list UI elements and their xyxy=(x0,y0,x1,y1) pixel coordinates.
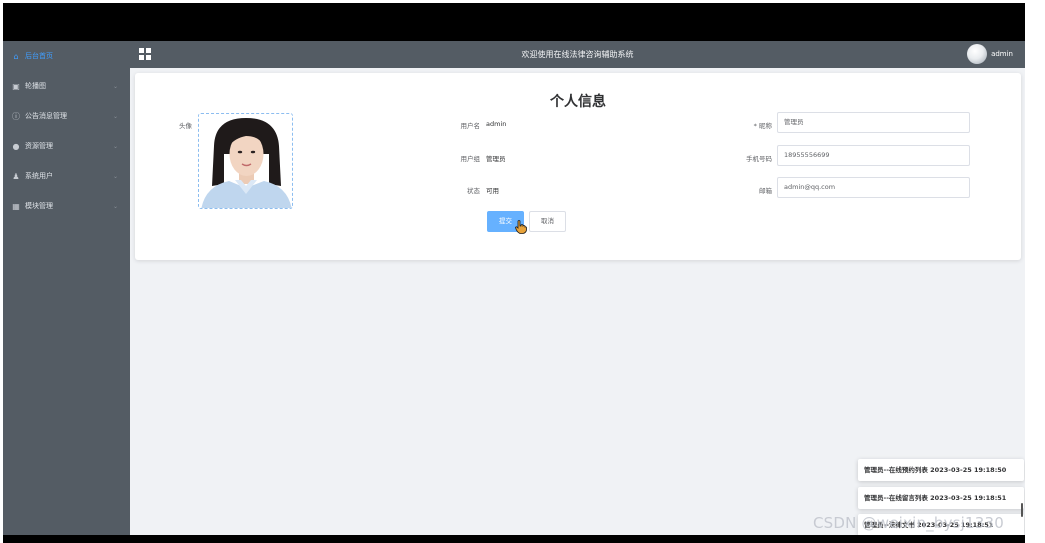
notification-toast[interactable]: 管理员--在线预约列表 2023-03-25 19:18:50 xyxy=(858,459,1024,481)
header-username[interactable]: admin xyxy=(991,41,1013,68)
chevron-down-icon: ⌄ xyxy=(112,112,118,120)
sidebar-item-system-users[interactable]: ♟ 系统用户 ⌄ xyxy=(3,161,130,191)
sidebar-item-carousel[interactable]: ▣ 轮播图 ⌄ xyxy=(3,71,130,101)
image-icon: ▣ xyxy=(12,81,20,91)
user-group-label: 用户组 xyxy=(460,155,481,163)
scrollbar-thumb[interactable] xyxy=(1021,503,1023,517)
status-label: 状态 xyxy=(467,187,480,195)
user-group-value: 管理员 xyxy=(486,155,506,163)
chevron-down-icon: ⌄ xyxy=(112,142,118,150)
nickname-label: * 昵称 xyxy=(753,122,772,130)
email-label: 邮箱 xyxy=(759,187,772,195)
top-header: 欢迎使用在线法律咨询辅助系统 admin xyxy=(130,41,1025,68)
sidebar-item-label: 后台首页 xyxy=(25,52,53,60)
username-label: 用户名 xyxy=(460,122,481,130)
chevron-down-icon: ⌄ xyxy=(112,82,118,90)
home-icon: ⌂ xyxy=(13,51,19,61)
avatar-upload[interactable] xyxy=(198,113,293,209)
avatar-label: 头像 xyxy=(179,122,192,130)
page-title: 个人信息 xyxy=(550,94,606,110)
sidebar-item-label: 公告消息管理 xyxy=(25,112,67,120)
sidebar-item-label: 系统用户 xyxy=(25,172,53,180)
username-value: admin xyxy=(486,120,507,128)
status-value: 可用 xyxy=(486,187,499,195)
phone-label: 手机号码 xyxy=(746,155,772,163)
nickname-input[interactable]: 管理员 xyxy=(777,112,970,133)
profile-card: 个人信息 头像 用户名 admin 用户组 管理员 状态 可用 * 昵称 管理员… xyxy=(135,73,1021,260)
sidebar-item-home[interactable]: ⌂ 后台首页 xyxy=(3,41,130,71)
sidebar-item-modules[interactable]: ▦ 模块管理 ⌄ xyxy=(3,191,130,221)
notification-toast[interactable]: 管理员--在线留言列表 2023-03-25 19:18:51 xyxy=(858,487,1024,509)
location-icon: ● xyxy=(12,141,20,151)
user-icon: ♟ xyxy=(12,171,20,181)
email-input[interactable]: admin@qq.com xyxy=(777,177,970,198)
sidebar: ⌂ 后台首页 ▣ 轮播图 ⌄ ⓘ 公告消息管理 ⌄ ● 资源管理 ⌄ ♟ 系统用… xyxy=(3,41,130,535)
sidebar-item-label: 轮播图 xyxy=(25,82,46,90)
portrait-photo xyxy=(199,114,292,208)
csdn-watermark: CSDN @weixin_bysj1330 xyxy=(813,514,1005,532)
sidebar-item-resources[interactable]: ● 资源管理 ⌄ xyxy=(3,131,130,161)
avatar[interactable] xyxy=(967,44,987,64)
phone-input[interactable]: 18955556699 xyxy=(777,145,970,166)
letterbox-bottom xyxy=(3,535,1025,543)
sidebar-item-label: 资源管理 xyxy=(25,142,53,150)
chevron-down-icon: ⌄ xyxy=(112,202,118,210)
info-circle-icon: ⓘ xyxy=(12,111,20,121)
sidebar-item-announcements[interactable]: ⓘ 公告消息管理 ⌄ xyxy=(3,101,130,131)
sidebar-item-label: 模块管理 xyxy=(25,202,53,210)
hand-cursor-icon xyxy=(515,220,527,234)
app-window: ⌂ 后台首页 ▣ 轮播图 ⌄ ⓘ 公告消息管理 ⌄ ● 资源管理 ⌄ ♟ 系统用… xyxy=(3,41,1025,535)
chevron-down-icon: ⌄ xyxy=(112,172,118,180)
header-title: 欢迎使用在线法律咨询辅助系统 xyxy=(521,50,634,59)
cancel-button[interactable]: 取消 xyxy=(529,211,566,232)
grid-icon: ▦ xyxy=(12,201,20,211)
screen: ⌂ 后台首页 ▣ 轮播图 ⌄ ⓘ 公告消息管理 ⌄ ● 资源管理 ⌄ ♟ 系统用… xyxy=(0,0,1045,543)
letterbox-top xyxy=(3,3,1025,41)
